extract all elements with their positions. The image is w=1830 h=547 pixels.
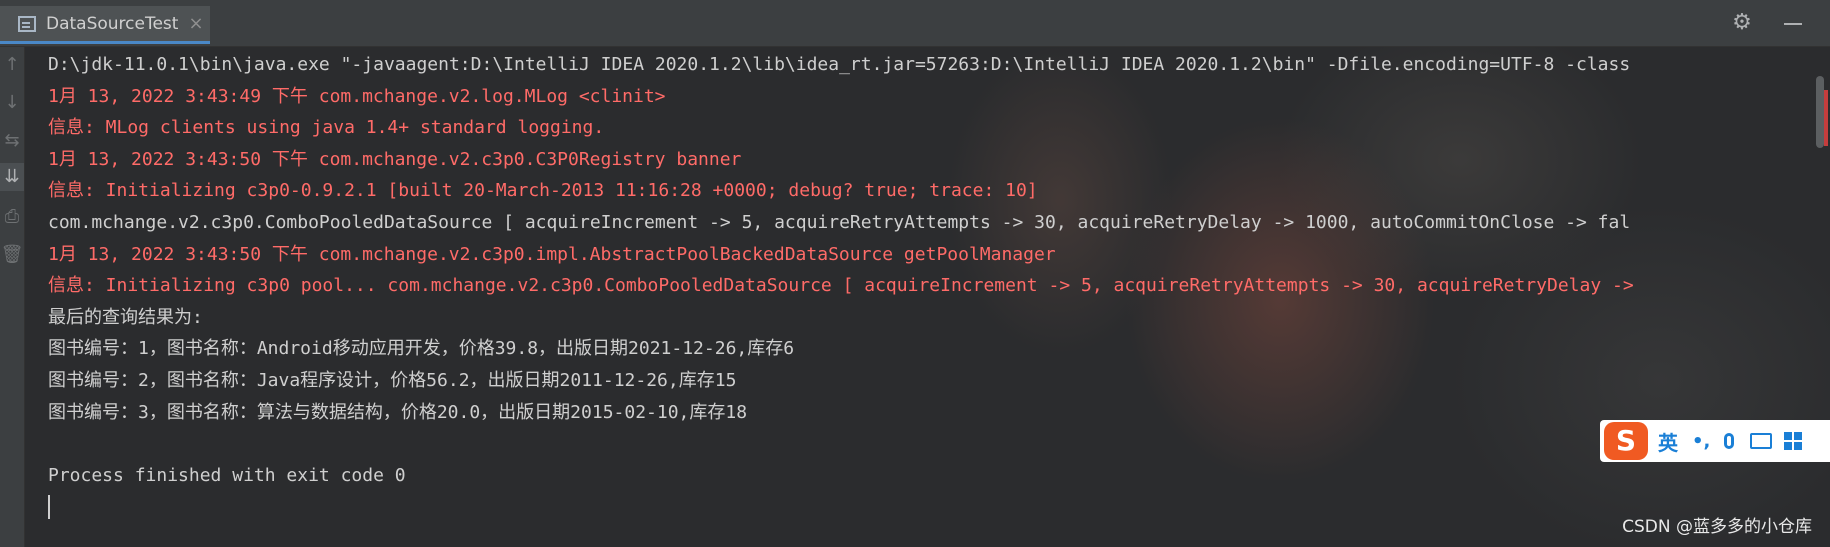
ime-toolbar[interactable]: S 英 •,: [1600, 420, 1830, 462]
keyboard-icon[interactable]: [1750, 433, 1773, 449]
ime-punctuation-toggle[interactable]: •,: [1692, 431, 1710, 452]
console-line: Process finished with exit code 0: [48, 464, 406, 486]
error-stripe-marker: [1824, 90, 1828, 146]
ime-language-toggle[interactable]: 英: [1658, 427, 1678, 456]
close-icon[interactable]: ×: [188, 13, 203, 34]
console-line: 信息: Initializing c3p0-0.9.2.1 [built 20-…: [48, 180, 1038, 202]
console-line: 图书编号：1，图书名称：Android移动应用开发，价格39.8，出版日期202…: [48, 338, 795, 360]
grid-icon[interactable]: [1784, 432, 1803, 450]
minimize-icon[interactable]: [1784, 23, 1802, 25]
gear-icon[interactable]: ⚙: [1732, 12, 1752, 34]
console-icon: [18, 15, 36, 32]
watermark: CSDN @蓝多多的小仓库: [1622, 517, 1812, 537]
scroll-to-end-icon[interactable]: ⇊: [0, 163, 24, 191]
trash-icon[interactable]: 🗑: [0, 241, 24, 269]
soft-wrap-icon[interactable]: ⇆: [0, 127, 24, 155]
console-line: 1月 13, 2022 3:43:49 下午 com.mchange.v2.lo…: [48, 85, 666, 107]
console-line: 1月 13, 2022 3:43:50 下午 com.mchange.v2.c3…: [48, 243, 1056, 265]
console-line: 信息: Initializing c3p0 pool... com.mchang…: [48, 275, 1634, 297]
console-output[interactable]: D:\jdk-11.0.1\bin\java.exe "-javaagent:D…: [48, 49, 1800, 539]
console-line: com.mchange.v2.c3p0.ComboPooledDataSourc…: [48, 211, 1631, 233]
console-line: 图书编号：2，图书名称：Java程序设计，价格56.2，出版日期2011-12-…: [48, 369, 737, 391]
microphone-icon[interactable]: [1724, 433, 1735, 449]
tab-datasourcetest[interactable]: DataSourceTest ×: [0, 6, 210, 44]
print-icon[interactable]: ⎙: [0, 203, 24, 231]
text-caret: [48, 495, 50, 520]
up-arrow-icon[interactable]: ↑: [0, 51, 24, 79]
console-line: 信息: MLog clients using java 1.4+ standar…: [48, 117, 605, 139]
sogou-logo-icon[interactable]: S: [1604, 422, 1648, 460]
title-bar: DataSourceTest × ⚙: [0, 0, 1830, 47]
console-toolbar: ↑ ↓ ⇆ ⇊ ⎙ 🗑: [0, 47, 25, 547]
console-line: 1月 13, 2022 3:43:50 下午 com.mchange.v2.c3…: [48, 148, 742, 170]
console-input-line[interactable]: [48, 491, 1800, 523]
down-arrow-icon[interactable]: ↓: [0, 89, 24, 117]
tab-label: DataSourceTest: [46, 13, 179, 34]
console-line: 图书编号：3，图书名称：算法与数据结构，价格20.0，出版日期2015-02-1…: [48, 401, 748, 423]
run-tool-window: DataSourceTest × ⚙ ↑ ↓ ⇆ ⇊ ⎙ 🗑 D:\jdk-11…: [0, 0, 1830, 547]
console-line: D:\jdk-11.0.1\bin\java.exe "-javaagent:D…: [48, 54, 1631, 75]
console-line: 最后的查询结果为:: [48, 306, 203, 328]
vertical-scrollbar[interactable]: [1816, 76, 1824, 148]
